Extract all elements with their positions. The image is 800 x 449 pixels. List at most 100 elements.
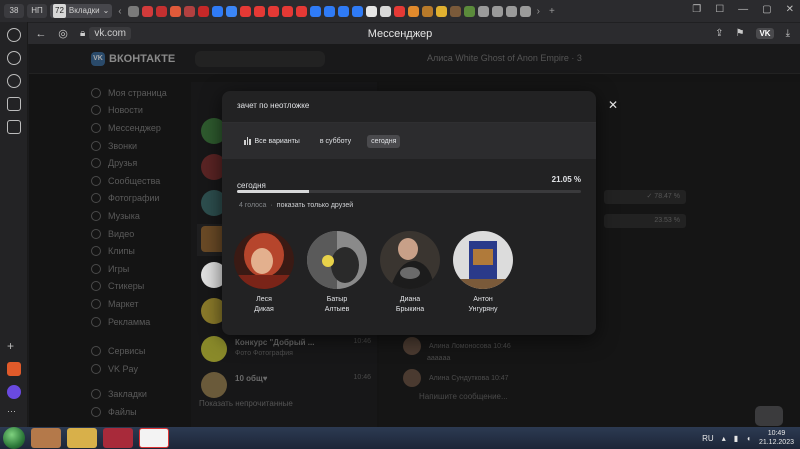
- menu-item[interactable]: Стикеры: [91, 278, 201, 296]
- chevron-left-icon[interactable]: ‹: [115, 6, 124, 17]
- menu-item[interactable]: Звонки: [91, 137, 201, 155]
- new-tab-icon[interactable]: +: [546, 6, 558, 17]
- yandex-browser-icon[interactable]: [139, 428, 169, 448]
- menu-item[interactable]: Маркет: [91, 295, 201, 313]
- menu-item[interactable]: Сообщества: [91, 172, 201, 190]
- menu-item[interactable]: Музыка: [91, 207, 201, 225]
- volume-icon[interactable]: ◖: [746, 434, 751, 443]
- message-input[interactable]: Напишите сообщение...: [419, 392, 508, 401]
- tab-favicon[interactable]: [393, 5, 405, 17]
- maximize-icon[interactable]: ▢: [762, 4, 771, 15]
- tab-favicon[interactable]: [477, 5, 489, 17]
- share-icon[interactable]: ⇪: [715, 28, 723, 39]
- extension-icon[interactable]: [7, 362, 21, 376]
- back-arrow-icon[interactable]: ←: [30, 28, 52, 40]
- tab-favicon[interactable]: [351, 5, 363, 17]
- start-button[interactable]: [3, 427, 25, 449]
- menu-item[interactable]: Друзья18: [91, 154, 207, 172]
- tab-favicon[interactable]: [379, 5, 391, 17]
- tab-favicon[interactable]: [141, 5, 153, 17]
- tab-favicon[interactable]: [281, 5, 293, 17]
- vk-extension-icon[interactable]: VK: [756, 28, 774, 39]
- menu-item[interactable]: Рекламма: [91, 313, 201, 331]
- close-icon[interactable]: ✕: [604, 96, 622, 114]
- tab-favicon[interactable]: [407, 5, 419, 17]
- tab-favicon[interactable]: [309, 5, 321, 17]
- tab-count-badge[interactable]: 38: [4, 4, 24, 18]
- tab-favicon[interactable]: [449, 5, 461, 17]
- voter-card[interactable]: Антон Унгуряну: [453, 231, 513, 315]
- taskbar-app-icon[interactable]: [31, 428, 61, 448]
- menu-item[interactable]: Клипы: [91, 242, 201, 260]
- tray-arrow-icon[interactable]: ▴: [722, 434, 726, 443]
- menu-item[interactable]: Сервисы: [91, 342, 201, 360]
- gallery-icon[interactable]: [7, 97, 21, 111]
- menu-item[interactable]: Закладки2: [91, 386, 207, 404]
- taskbar-app-icon[interactable]: [67, 428, 97, 448]
- tab-favicon[interactable]: [295, 5, 307, 17]
- network-icon[interactable]: ▮: [734, 434, 738, 443]
- menu-item[interactable]: Моя страница: [91, 84, 201, 102]
- tab-favicon[interactable]: [421, 5, 433, 17]
- vk-logo[interactable]: VK ВКОНТАКТЕ: [91, 52, 175, 66]
- screenshot-icon[interactable]: [7, 120, 21, 134]
- media-icon[interactable]: [7, 74, 21, 88]
- tab-favicon[interactable]: [225, 5, 237, 17]
- history-icon[interactable]: [7, 28, 21, 42]
- filter-today[interactable]: сегодня: [367, 134, 401, 148]
- add-panel-icon[interactable]: +: [7, 340, 21, 354]
- menu-item[interactable]: Мессенджер11: [91, 119, 207, 137]
- menu-item[interactable]: Файлы: [91, 403, 201, 421]
- tab-favicon[interactable]: [365, 5, 377, 17]
- filter-saturday[interactable]: в субботу: [316, 135, 355, 148]
- bookmark-page-icon[interactable]: ⚑: [735, 28, 744, 39]
- tab-favicon[interactable]: [183, 5, 195, 17]
- clock[interactable]: 10:49 21.12.2023: [759, 429, 794, 447]
- bookmarks-icon[interactable]: [7, 51, 21, 65]
- tab-favicon[interactable]: [519, 5, 531, 17]
- menu-item[interactable]: Фотографии4: [91, 190, 207, 208]
- url-field[interactable]: 🔒︎ vk.com: [80, 27, 131, 40]
- taskbar-app-icon[interactable]: [103, 428, 133, 448]
- tab-favicon[interactable]: [435, 5, 447, 17]
- tabs-icon[interactable]: ❐: [692, 4, 701, 15]
- protect-icon[interactable]: ◎: [52, 27, 74, 40]
- voter-card[interactable]: Батыр Алтыев: [307, 231, 367, 315]
- chat-floating-button[interactable]: [755, 406, 783, 426]
- more-icon[interactable]: ⋯: [7, 407, 21, 421]
- menu-item[interactable]: Новости: [91, 102, 201, 120]
- language-indicator[interactable]: RU: [702, 434, 714, 443]
- pinned-tab[interactable]: НП: [27, 4, 47, 18]
- chat-list-item[interactable]: Конкурс "Добрый ... Фото Фотография 10:4…: [197, 334, 377, 366]
- menu-item[interactable]: Видео: [91, 225, 201, 243]
- download-icon[interactable]: ⤓: [786, 28, 790, 39]
- tab-favicon[interactable]: [505, 5, 517, 17]
- tab-favicon[interactable]: [169, 5, 181, 17]
- tab-favicon[interactable]: [337, 5, 349, 17]
- tab-favicon[interactable]: [463, 5, 475, 17]
- vk-search-input[interactable]: [195, 51, 325, 67]
- tab-favicon[interactable]: [253, 5, 265, 17]
- tab-favicon[interactable]: [127, 5, 139, 17]
- menu-item[interactable]: VK Pay: [91, 360, 201, 378]
- tab-favicon[interactable]: [491, 5, 503, 17]
- minimize-icon[interactable]: —: [738, 4, 748, 15]
- voter-card[interactable]: Диана Брыкина: [380, 231, 440, 315]
- filter-all-options[interactable]: Все варианты: [240, 134, 304, 148]
- friends-only-link[interactable]: показать только друзей: [277, 202, 353, 209]
- chat-list-item[interactable]: 10 общ♥ 10:46: [197, 370, 377, 402]
- voter-card[interactable]: Леся Дикая: [234, 231, 294, 315]
- tab-favicon[interactable]: [211, 5, 223, 17]
- tab-favicon[interactable]: [197, 5, 209, 17]
- show-unread-link[interactable]: Показать непрочитанные: [199, 399, 293, 408]
- close-window-icon[interactable]: ✕: [786, 4, 794, 15]
- tab-favicon[interactable]: [155, 5, 167, 17]
- bookmark-icon[interactable]: ☐: [715, 4, 724, 15]
- tab-favicon[interactable]: [267, 5, 279, 17]
- alice-icon[interactable]: [7, 385, 21, 399]
- active-tab[interactable]: 72 Вкладки ⌄: [50, 4, 113, 18]
- tab-favicon[interactable]: [323, 5, 335, 17]
- tab-favicon[interactable]: [239, 5, 251, 17]
- chevron-right-icon[interactable]: ›: [534, 6, 543, 17]
- menu-item[interactable]: Игры: [91, 260, 201, 278]
